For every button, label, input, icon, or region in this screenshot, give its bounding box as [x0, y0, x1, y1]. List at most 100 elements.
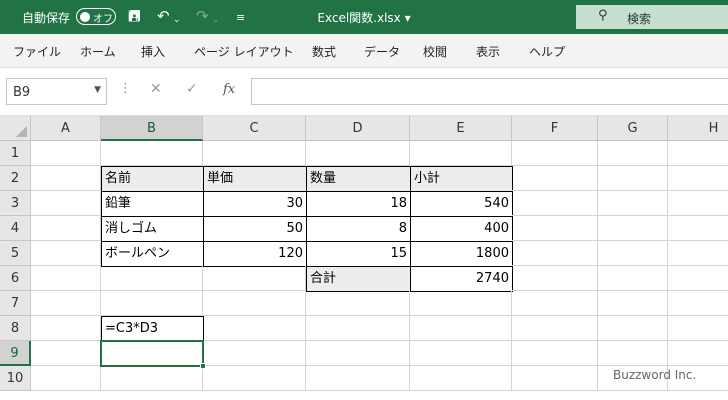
cell-c5[interactable]: 120 [203, 241, 307, 267]
cell-b10[interactable] [101, 366, 203, 391]
cell-a3[interactable] [31, 191, 101, 216]
row-header-4[interactable]: 4 [0, 216, 31, 241]
cell-f3[interactable] [512, 191, 598, 216]
cell-c2[interactable]: 単価 [203, 166, 307, 192]
cell-f1[interactable] [512, 141, 598, 166]
column-header-f[interactable]: F [512, 116, 598, 141]
cell-c7[interactable] [203, 291, 306, 316]
name-box[interactable]: B9 ▼ [6, 78, 107, 105]
tab-home[interactable]: ホーム [80, 43, 116, 60]
cell-e1[interactable] [410, 141, 512, 166]
cell-c6[interactable] [203, 266, 306, 291]
cell-g4[interactable] [598, 216, 668, 241]
select-all-corner[interactable] [0, 116, 31, 141]
cell-g3[interactable] [598, 191, 668, 216]
cell-h2[interactable] [668, 166, 728, 191]
cell-a8[interactable] [31, 316, 101, 341]
cell-g2[interactable] [598, 166, 668, 191]
tab-formulas[interactable]: 数式 [312, 43, 336, 60]
row-header-2[interactable]: 2 [0, 166, 31, 191]
cell-b1[interactable] [101, 141, 203, 166]
column-header-g[interactable]: G [598, 116, 668, 141]
cell-e3[interactable]: 540 [410, 191, 513, 217]
cell-f4[interactable] [512, 216, 598, 241]
cell-h8[interactable] [668, 316, 728, 341]
cell-d10[interactable] [306, 366, 410, 391]
cell-d5[interactable]: 15 [306, 241, 411, 267]
cell-d9[interactable] [306, 341, 410, 366]
cell-a6[interactable] [31, 266, 101, 291]
cell-d7[interactable] [306, 291, 410, 316]
cell-h7[interactable] [668, 291, 728, 316]
cell-h6[interactable] [668, 266, 728, 291]
cell-b2[interactable]: 名前 [101, 166, 204, 192]
cell-d6[interactable]: 合計 [306, 266, 411, 292]
cell-h9[interactable] [668, 341, 728, 366]
cell-b6[interactable] [101, 266, 203, 291]
row-header-1[interactable]: 1 [0, 141, 31, 166]
formula-input[interactable] [251, 78, 728, 105]
tab-help[interactable]: ヘルプ [529, 43, 565, 60]
row-header-8[interactable]: 8 [0, 316, 31, 341]
row-header-10[interactable]: 10 [0, 366, 31, 391]
cell-b4[interactable]: 消しゴム [101, 216, 204, 242]
cell-d4[interactable]: 8 [306, 216, 411, 242]
cell-d3[interactable]: 18 [306, 191, 411, 217]
search-box[interactable]: ⚲ 検索 [576, 5, 728, 29]
row-header-6[interactable]: 6 [0, 266, 31, 291]
cell-e4[interactable]: 400 [410, 216, 513, 242]
cell-c10[interactable] [203, 366, 306, 391]
cell-g5[interactable] [598, 241, 668, 266]
cell-a5[interactable] [31, 241, 101, 266]
cell-g9[interactable] [598, 341, 668, 366]
cell-b5[interactable]: ボールペン [101, 241, 204, 267]
cell-b3[interactable]: 鉛筆 [101, 191, 204, 217]
cell-d8[interactable] [306, 316, 410, 341]
column-header-d[interactable]: D [306, 116, 410, 141]
cell-e9[interactable] [410, 341, 512, 366]
cancel-icon[interactable]: ✕ [150, 81, 162, 97]
enter-icon[interactable]: ✓ [186, 81, 198, 97]
row-header-5[interactable]: 5 [0, 241, 31, 266]
row-header-3[interactable]: 3 [0, 191, 31, 216]
cell-g8[interactable] [598, 316, 668, 341]
cell-f5[interactable] [512, 241, 598, 266]
cell-c4[interactable]: 50 [203, 216, 307, 242]
tab-view[interactable]: 表示 [476, 43, 500, 60]
cell-h4[interactable] [668, 216, 728, 241]
row-header-7[interactable]: 7 [0, 291, 31, 316]
tab-file[interactable]: ファイル [13, 43, 61, 60]
cell-f2[interactable] [512, 166, 598, 191]
cell-g6[interactable] [598, 266, 668, 291]
cell-a2[interactable] [31, 166, 101, 191]
cell-c9[interactable] [203, 341, 306, 366]
column-header-h[interactable]: H [668, 116, 728, 141]
cell-a7[interactable] [31, 291, 101, 316]
cell-e6[interactable]: 2740 [410, 266, 513, 292]
cell-f10[interactable] [512, 366, 598, 391]
cell-f7[interactable] [512, 291, 598, 316]
cell-c3[interactable]: 30 [203, 191, 307, 217]
chevron-down-icon[interactable]: ▼ [94, 85, 101, 95]
cell-c1[interactable] [203, 141, 306, 166]
cell-a9[interactable] [31, 341, 101, 366]
cell-d2[interactable]: 数量 [306, 166, 411, 192]
cell-e5[interactable]: 1800 [410, 241, 513, 267]
column-header-a[interactable]: A [31, 116, 101, 141]
cell-e10[interactable] [410, 366, 512, 391]
tab-data[interactable]: データ [364, 43, 400, 60]
cell-e7[interactable] [410, 291, 512, 316]
cell-h3[interactable] [668, 191, 728, 216]
cell-h1[interactable] [668, 141, 728, 166]
row-header-9[interactable]: 9 [0, 341, 31, 366]
cell-a1[interactable] [31, 141, 101, 166]
cell-a4[interactable] [31, 216, 101, 241]
cell-c8[interactable] [203, 316, 306, 341]
column-header-b[interactable]: B [101, 116, 203, 141]
cell-g1[interactable] [598, 141, 668, 166]
cell-b7[interactable] [101, 291, 203, 316]
tab-page-layout[interactable]: ページ レイアウト [194, 43, 294, 60]
tab-insert[interactable]: 挿入 [141, 43, 165, 60]
cell-f6[interactable] [512, 266, 598, 291]
cell-h5[interactable] [668, 241, 728, 266]
